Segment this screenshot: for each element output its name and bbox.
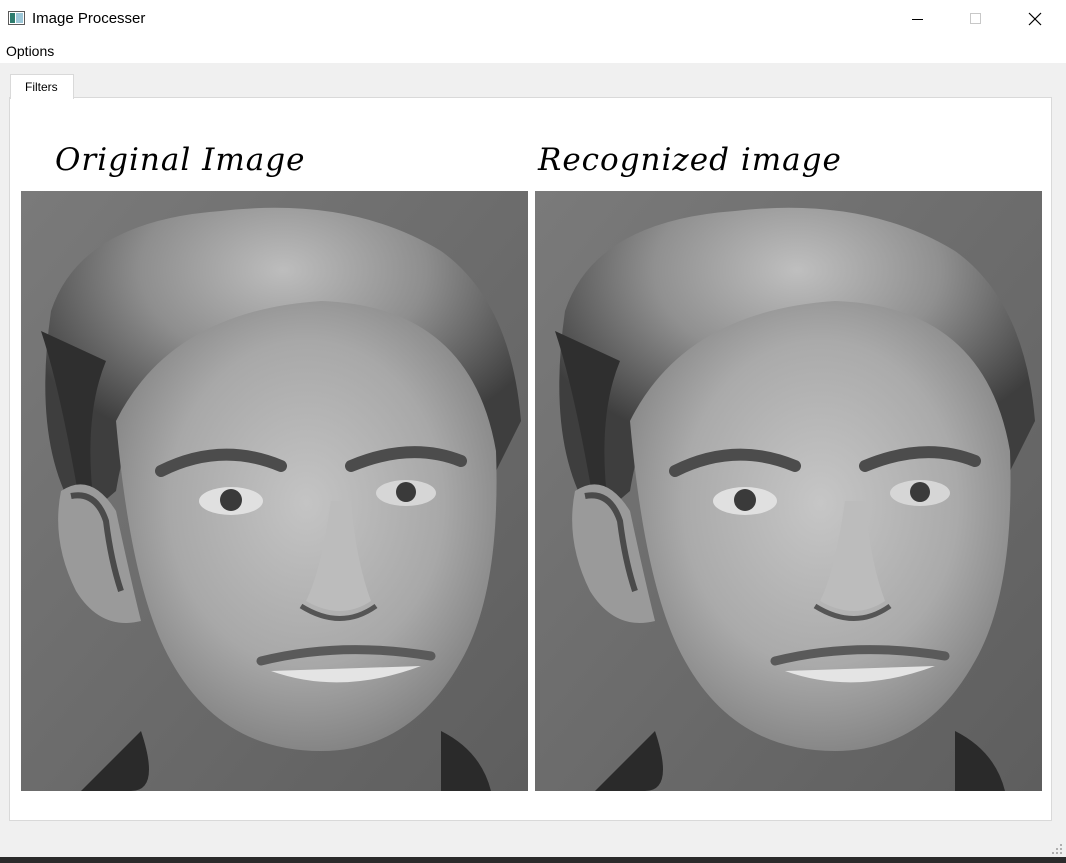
close-button[interactable]: [1006, 0, 1064, 37]
title-bar: Image Processer: [0, 0, 1066, 37]
original-face-image: [21, 191, 528, 791]
close-icon: [1028, 12, 1042, 25]
tab-filters[interactable]: Filters: [10, 74, 74, 99]
menu-options[interactable]: Options: [6, 43, 54, 59]
recognized-face-image: [535, 191, 1042, 791]
recognized-image-heading: Recognized image: [538, 142, 842, 178]
maximize-button[interactable]: [947, 0, 1005, 37]
minimize-button[interactable]: [889, 0, 947, 37]
minimize-icon: [912, 18, 923, 20]
app-icon: [8, 11, 25, 25]
maximize-icon: [970, 12, 981, 24]
original-image-heading: Original Image: [55, 142, 306, 178]
resize-grip-icon[interactable]: [1050, 842, 1064, 856]
menu-bar: Options: [0, 37, 1066, 63]
bottom-border: [0, 857, 1066, 863]
window-title: Image Processer: [32, 10, 146, 27]
tab-filters-label: Filters: [25, 80, 58, 94]
